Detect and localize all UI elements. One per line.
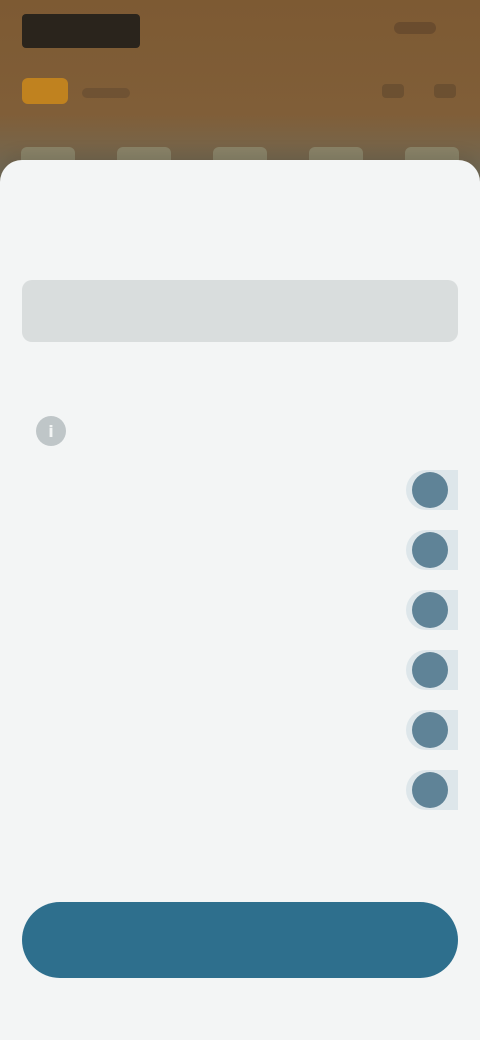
option-item[interactable]	[22, 760, 458, 820]
bottom-sheet: i	[0, 160, 480, 1040]
location-text	[82, 88, 130, 98]
option-item[interactable]	[22, 580, 458, 640]
radio-dot-icon	[412, 532, 448, 568]
radio-dot-icon	[412, 772, 448, 808]
option-item[interactable]	[22, 460, 458, 520]
radio-button[interactable]	[406, 470, 458, 510]
notification-icon[interactable]	[382, 84, 404, 98]
header-link[interactable]	[394, 22, 436, 34]
radio-button[interactable]	[406, 770, 458, 810]
option-list	[22, 460, 458, 820]
option-item[interactable]	[22, 700, 458, 760]
radio-dot-icon	[412, 472, 448, 508]
radio-button[interactable]	[406, 530, 458, 570]
radio-dot-icon	[412, 712, 448, 748]
radio-button[interactable]	[406, 590, 458, 630]
radio-button[interactable]	[406, 650, 458, 690]
info-icon[interactable]: i	[36, 416, 66, 446]
option-item[interactable]	[22, 640, 458, 700]
primary-action-button[interactable]	[22, 902, 458, 978]
menu-icon[interactable]	[434, 84, 456, 98]
radio-button[interactable]	[406, 710, 458, 750]
section-header: i	[22, 416, 66, 446]
radio-dot-icon	[412, 592, 448, 628]
option-item[interactable]	[22, 520, 458, 580]
radio-dot-icon	[412, 652, 448, 688]
search-input[interactable]	[22, 280, 458, 342]
header-icons	[382, 84, 456, 98]
brand-logo[interactable]	[22, 14, 140, 48]
location-pill[interactable]	[22, 78, 68, 104]
